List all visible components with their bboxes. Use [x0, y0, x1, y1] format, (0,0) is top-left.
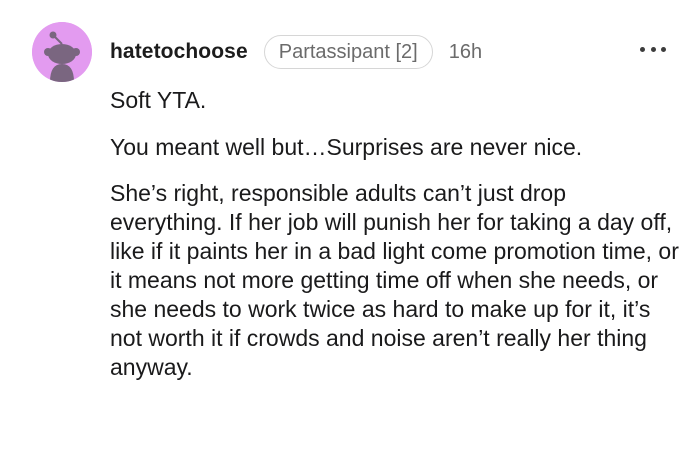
dot [640, 46, 645, 52]
comment-body: Soft YTA. You meant well but…Surprises a… [110, 86, 680, 382]
comment-paragraph: Soft YTA. [110, 87, 207, 113]
user-flair-badge: Partassipant [2] [263, 35, 433, 69]
timestamp[interactable]: 16h [449, 41, 482, 64]
dot [650, 46, 656, 52]
more-horizontal-icon[interactable] [640, 40, 666, 58]
dot [661, 46, 666, 52]
snoo-avatar-icon [32, 22, 92, 82]
comment-header: hatetochoose Partassipant [2] 16h [110, 34, 482, 70]
comment-paragraph: You meant well but…Surprises are never n… [110, 134, 583, 160]
username-link[interactable]: hatetochoose [110, 40, 248, 64]
comment-card: hatetochoose Partassipant [2] 16h Soft Y… [0, 0, 700, 462]
comment-paragraph: She’s right, responsible adults can’t ju… [110, 180, 679, 380]
avatar[interactable] [32, 22, 92, 82]
